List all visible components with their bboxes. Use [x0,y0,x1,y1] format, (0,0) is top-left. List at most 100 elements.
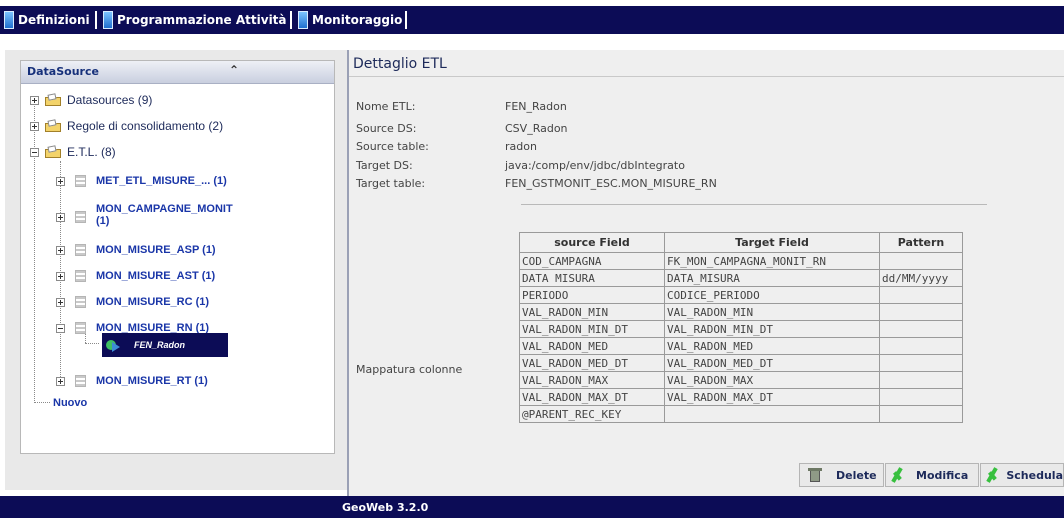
etl-item-mon-misure-rc[interactable]: MON_MISURE_RC (1) [56,293,209,311]
source-field-cell: VAL_RADON_MAX_DT [519,388,665,406]
pattern-cell [879,388,963,406]
modify-button-label: Modifica [916,468,969,482]
etl-item-mon-campagne-monit[interactable]: MON_CAMPAGNE_MONIT (1) [56,203,233,233]
menu-definizioni[interactable]: Definizioni [4,6,90,34]
menu-separator [405,11,407,29]
modify-button[interactable]: Modifica [885,463,979,487]
source-field-cell: VAL_RADON_MED_DT [519,354,665,372]
table-icon [75,375,86,387]
collapse-panel-icon[interactable]: ⌃ [229,63,239,77]
pattern-cell [879,354,963,372]
etl-item-label: MON_MISURE_AST (1) [96,270,216,282]
target-field-cell [664,405,880,423]
pattern-cell [879,371,963,389]
collapse-icon[interactable] [30,147,39,157]
delete-button[interactable]: Delete [799,463,884,487]
field-label-target-ds: Target DS: [356,159,413,172]
detail-panel: Dettaglio ETL Nome ETL: FEN_Radon Source… [347,50,1064,496]
new-node-label: Nuovo [53,397,88,409]
field-label-nome-etl: Nome ETL: [356,100,416,113]
table-icon [75,296,86,308]
tree-connector [34,402,50,403]
etl-item-mon-misure-rt[interactable]: MON_MISURE_RT (1) [56,372,208,390]
folder-icon [45,120,61,132]
expand-icon[interactable] [56,213,65,222]
etl-item-label: MON_MISURE_ASP (1) [96,244,216,256]
check-icon [985,467,994,483]
menu-monitoraggio[interactable]: Monitoraggio [298,6,402,34]
schedule-button-label: Schedula [1006,468,1063,482]
detail-title: Dettaglio ETL [353,56,447,72]
menu-bar: Definizioni Programmazione Attività Moni… [0,6,1064,34]
target-field-cell: DATA_MISURA [664,269,880,287]
collapse-icon[interactable] [56,323,65,333]
field-value-source-ds: CSV_Radon [505,122,568,135]
section-divider [521,204,987,205]
table-row: PERIODO CODICE_PERIODO [519,286,963,304]
menu-definizioni-label: Definizioni [18,13,90,27]
tree-node-label: Regole di consolidamento (2) [67,119,224,133]
etl-item-mon-misure-ast[interactable]: MON_MISURE_AST (1) [56,267,215,285]
tree-node-regole[interactable]: Regole di consolidamento (2) [30,117,223,135]
source-field-cell: COD_CAMPAGNA [519,252,665,270]
check-icon [890,467,904,483]
expand-icon[interactable] [30,121,39,131]
etl-item-selected-fen-radon[interactable]: FEN_Radon [102,333,228,357]
expand-icon[interactable] [56,297,65,307]
expand-icon[interactable] [56,245,65,255]
source-field-cell: @PARENT_REC_KEY [519,405,665,423]
mapping-label: Mappatura colonne [356,363,463,376]
table-icon [75,244,86,256]
mapping-header-row: source Field Target Field Pattern [519,232,963,253]
table-icon [75,322,86,334]
expand-icon[interactable] [56,176,65,186]
table-row: @PARENT_REC_KEY [519,405,963,423]
pattern-cell [879,286,963,304]
schedule-button[interactable]: Schedula [980,463,1064,487]
etl-item-label: MET_ETL_MISURE_... (1) [96,175,227,187]
field-label-source-ds: Source DS: [356,122,417,135]
source-field-cell: PERIODO [519,286,665,304]
pattern-cell [879,303,963,321]
menu-programmazione-attivita[interactable]: Programmazione Attività [103,6,287,34]
footer-bar: GeoWeb 3.2.0 [0,496,1064,518]
field-label-source-table: Source table: [356,140,429,153]
field-value-target-table: FEN_GSTMONIT_ESC.MON_MISURE_RN [505,177,717,190]
target-field-cell: VAL_RADON_MED_DT [664,354,880,372]
field-value-target-ds: java:/comp/env/jdbc/dbIntegrato [505,159,685,172]
expand-icon[interactable] [56,376,65,386]
version-label: GeoWeb 3.2.0 [342,501,429,514]
etl-item-label-group: MON_CAMPAGNE_MONIT (1) [96,203,233,227]
column-mapping-table: source Field Target Field Pattern COD_CA… [519,232,963,423]
tree-node-label: Datasources (9) [67,93,153,107]
table-row: COD_CAMPAGNA FK_MON_CAMPAGNA_MONIT_RN [519,252,963,270]
menu-monitoraggio-label: Monitoraggio [312,13,403,27]
table-row: VAL_RADON_MAX VAL_RADON_MAX [519,371,963,389]
datasource-panel-title: DataSource [27,65,99,78]
expand-icon[interactable] [56,271,65,281]
source-field-cell: VAL_RADON_MIN [519,303,665,321]
menu-page-icon [103,11,113,29]
etl-item-met-etl-misure[interactable]: MET_ETL_MISURE_... (1) [56,172,227,190]
tree-node-nuovo[interactable]: Nuovo [53,394,87,412]
target-field-cell: FK_MON_CAMPAGNA_MONIT_RN [664,252,880,270]
pattern-cell [879,337,963,355]
datasource-tree-panel: DataSource ⌃ Datasources (9) Regole di c… [20,60,335,454]
source-field-cell: VAL_RADON_MED [519,337,665,355]
expand-icon[interactable] [30,95,39,105]
etl-item-label: MON_CAMPAGNE_MONIT [96,203,233,215]
target-field-cell: VAL_RADON_MIN [664,303,880,321]
etl-item-mon-misure-asp[interactable]: MON_MISURE_ASP (1) [56,241,216,259]
table-icon [75,211,86,223]
target-field-cell: VAL_RADON_MAX_DT [664,388,880,406]
tree-node-etl[interactable]: E.T.L. (8) [30,143,116,161]
header-source-field: source Field [519,232,665,253]
menu-page-icon [298,11,308,29]
tree-node-datasources[interactable]: Datasources (9) [30,91,152,109]
source-field-cell: VAL_RADON_MAX [519,371,665,389]
tree-node-label: E.T.L. (8) [67,145,116,159]
delete-button-label: Delete [836,468,877,482]
folder-icon [45,146,61,158]
menu-programmazione-label: Programmazione Attività [117,13,287,27]
table-row: VAL_RADON_MAX_DT VAL_RADON_MAX_DT [519,388,963,406]
